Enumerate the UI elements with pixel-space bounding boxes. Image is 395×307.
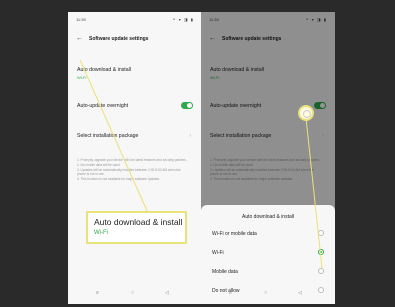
callout-pointer-line (79, 59, 149, 214)
callout-value: Wi-Fi (94, 230, 108, 236)
tap-indicator-icon (298, 105, 314, 121)
callout-label: Auto download & install (94, 217, 183, 227)
touch-pointer-line (305, 117, 323, 269)
annotation-lines (79, 59, 323, 269)
zoomed-callout: Auto download & install Wi-Fi (86, 211, 187, 244)
